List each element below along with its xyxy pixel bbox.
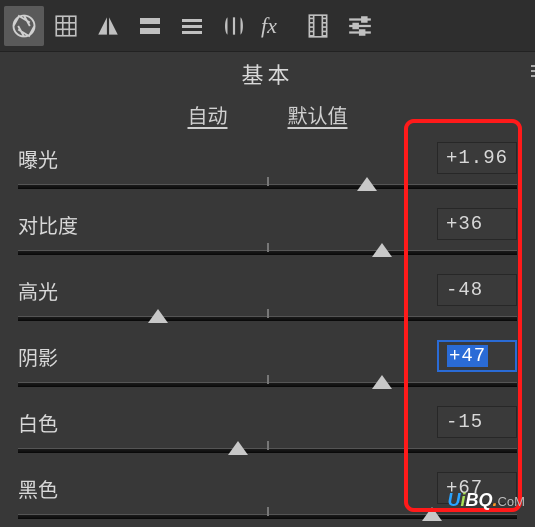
slider-label: 对比度 — [18, 210, 437, 239]
toolbar: fx — [0, 0, 535, 52]
slider-label: 高光 — [18, 276, 437, 305]
filmstrip-icon[interactable] — [298, 6, 338, 46]
aperture-icon[interactable] — [4, 6, 44, 46]
slider-label: 黑色 — [18, 474, 437, 503]
sliders-icon[interactable] — [340, 6, 380, 46]
default-button[interactable]: 默认值 — [288, 100, 348, 129]
slider-row: 高光 -48 — [18, 271, 517, 329]
bars-horizontal-icon[interactable] — [130, 6, 170, 46]
slider-thumb[interactable] — [372, 243, 392, 257]
slider-track[interactable] — [18, 311, 517, 329]
bars-thin-icon[interactable] — [172, 6, 212, 46]
slider-row: 白色 -15 — [18, 403, 517, 461]
slider-track[interactable] — [18, 443, 517, 461]
slider-value-input[interactable]: +1.96 — [437, 142, 517, 174]
svg-text:fx: fx — [261, 14, 277, 38]
slider-label: 阴影 — [18, 342, 437, 371]
slider-value-input[interactable]: +47 — [437, 340, 517, 372]
panel-menu-icon[interactable] — [529, 62, 535, 80]
watermark: UiBQ.CoM — [448, 490, 525, 511]
slider-row: 曝光 +1.96 — [18, 139, 517, 197]
grid-icon[interactable] — [46, 6, 86, 46]
slider-label: 曝光 — [18, 144, 437, 173]
auto-button[interactable]: 自动 — [188, 100, 228, 129]
slider-track[interactable] — [18, 179, 517, 197]
slider-value-input[interactable]: +36 — [437, 208, 517, 240]
slider-row: 对比度 +36 — [18, 205, 517, 263]
slider-thumb[interactable] — [148, 309, 168, 323]
slider-track[interactable] — [18, 377, 517, 395]
slider-value-input[interactable]: -15 — [437, 406, 517, 438]
slider-label: 白色 — [18, 408, 437, 437]
section-title-text: 基本 — [241, 63, 293, 88]
slider-track[interactable] — [18, 245, 517, 263]
slider-row: 黑色 +67 — [18, 469, 517, 527]
slider-value-input[interactable]: -48 — [437, 274, 517, 306]
lens-icon[interactable] — [214, 6, 254, 46]
slider-thumb[interactable] — [372, 375, 392, 389]
mirror-icon[interactable] — [88, 6, 128, 46]
slider-row: 阴影 +47 — [18, 337, 517, 395]
slider-track[interactable] — [18, 509, 517, 527]
fx-icon[interactable]: fx — [256, 6, 296, 46]
slider-thumb[interactable] — [228, 441, 248, 455]
sliders-panel: 曝光 +1.96 对比度 +36 高光 -48 — [0, 139, 535, 527]
slider-thumb[interactable] — [357, 177, 377, 191]
slider-thumb[interactable] — [422, 507, 442, 521]
section-title: 基本 — [0, 52, 535, 94]
mode-row: 自动 默认值 — [0, 94, 535, 139]
